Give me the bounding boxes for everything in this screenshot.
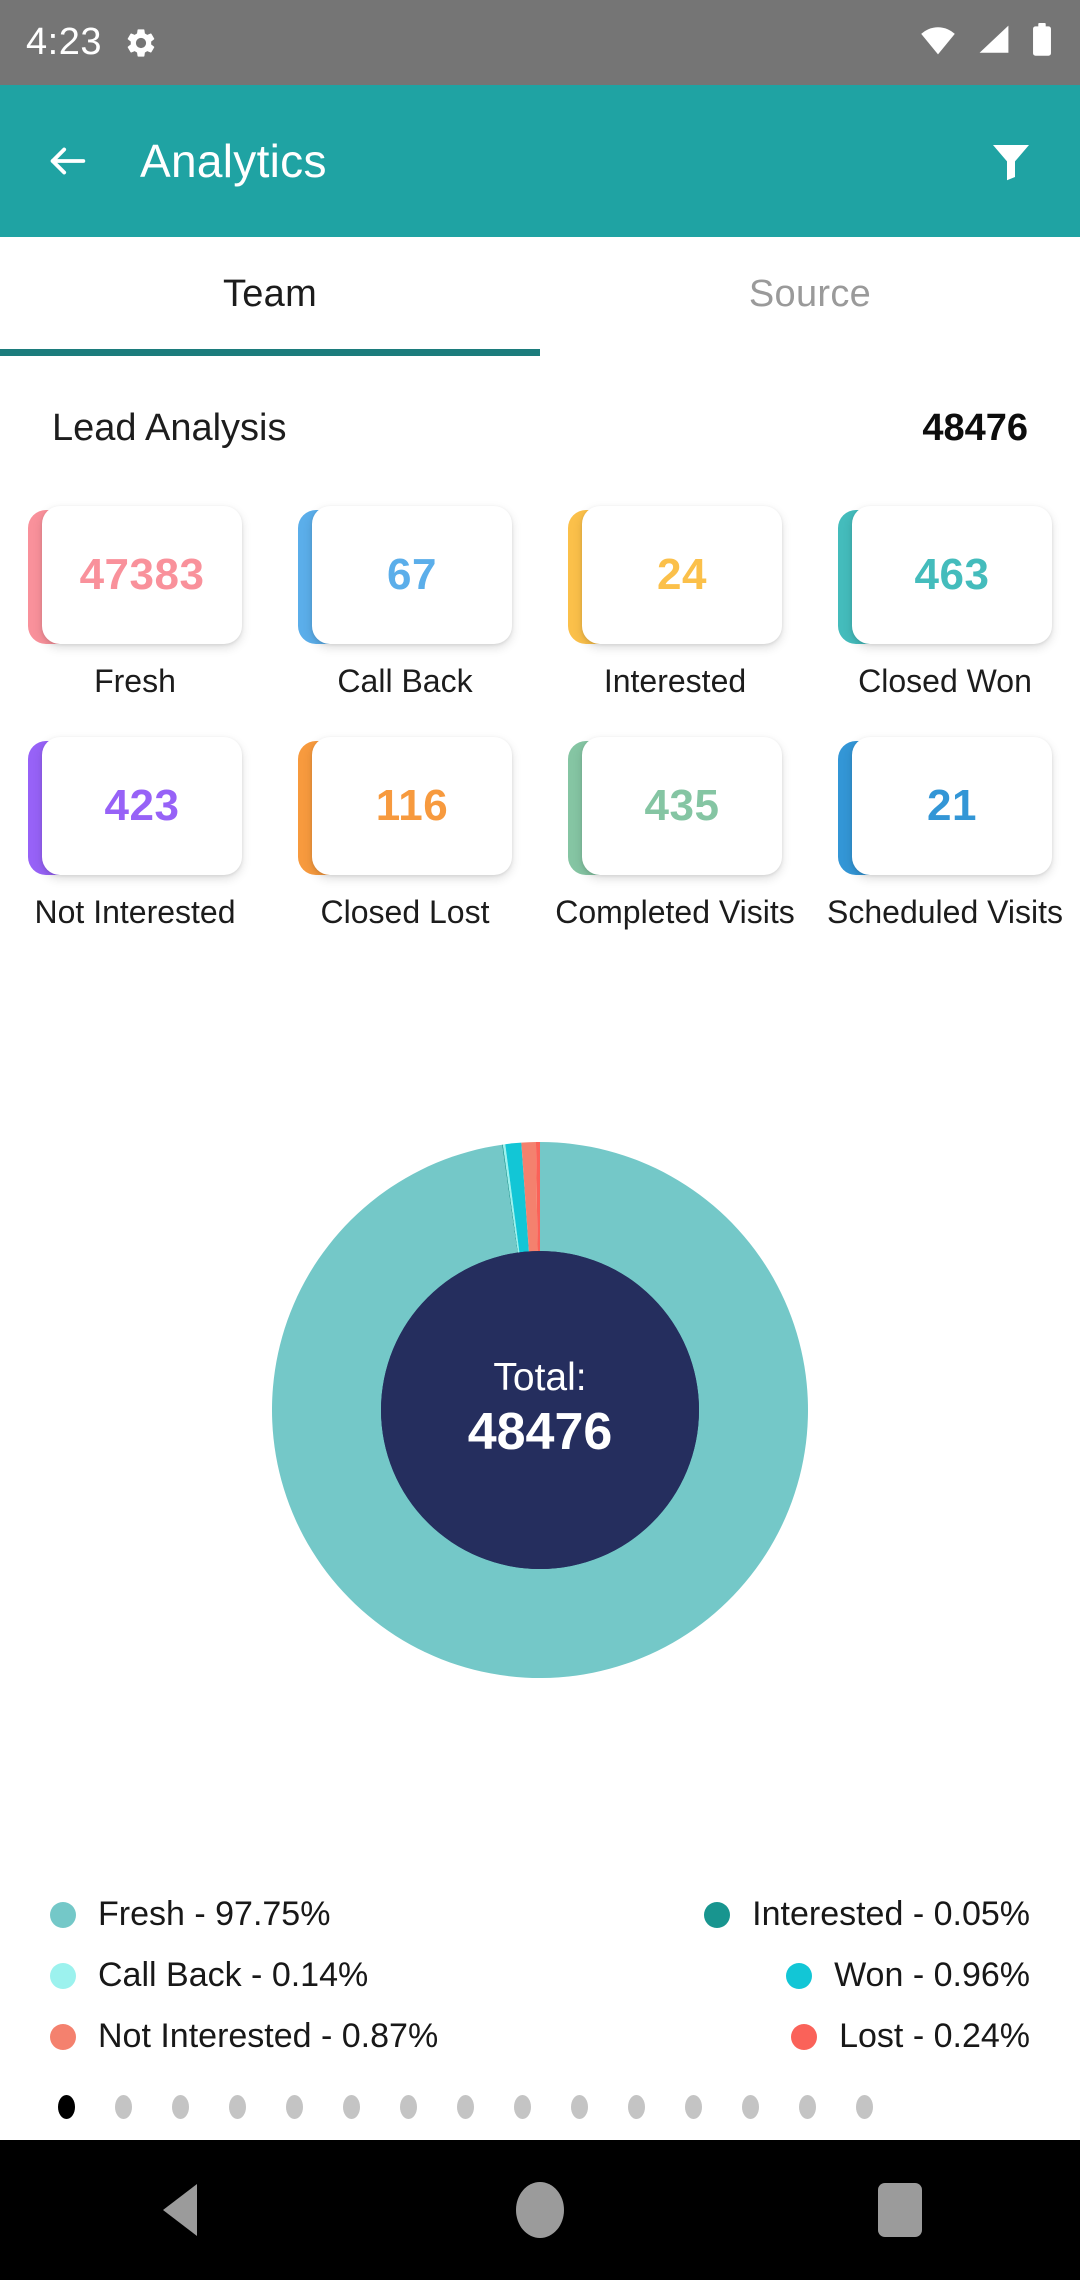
stat-card-grid: 47383 Fresh 67 Call Back 24 Interested 4…	[0, 498, 1080, 932]
lead-analysis-title: Lead Analysis	[52, 406, 287, 449]
legend-column-right: Interested - 0.05% Won - 0.96% Lost - 0.…	[540, 1895, 1030, 2056]
status-bar-clock: 4:23	[26, 21, 102, 63]
legend-label: Fresh - 97.75%	[98, 1895, 331, 1933]
status-bar: 4:23	[0, 0, 1080, 85]
page-dot[interactable]	[628, 2095, 645, 2119]
page-dot[interactable]	[742, 2095, 759, 2119]
nav-recents-square-icon[interactable]	[840, 2165, 960, 2255]
chart-legend: Fresh - 97.75% Call Back - 0.14% Not Int…	[0, 1895, 1080, 2056]
legend-item: Not Interested - 0.87%	[50, 2017, 540, 2056]
page-dot[interactable]	[400, 2095, 417, 2119]
stat-card-value: 24	[657, 550, 707, 599]
page-dot[interactable]	[229, 2095, 246, 2119]
stat-card-label: Closed Lost	[320, 894, 490, 931]
legend-item: Lost - 0.24%	[791, 2017, 1030, 2056]
donut-chart[interactable]: Total: 48476	[270, 1130, 810, 1690]
battery-icon	[1030, 23, 1054, 62]
nav-back-triangle-icon[interactable]	[120, 2165, 240, 2255]
legend-label: Won - 0.96%	[834, 1956, 1030, 1994]
lead-analysis-chart: Total: 48476	[0, 1130, 1080, 1770]
nav-home-circle-icon[interactable]	[480, 2165, 600, 2255]
legend-item: Fresh - 97.75%	[50, 1895, 540, 1934]
legend-column-left: Fresh - 97.75% Call Back - 0.14% Not Int…	[50, 1895, 540, 2056]
page-dot[interactable]	[799, 2095, 816, 2119]
donut-chart-svg	[271, 1142, 808, 1678]
page-dot[interactable]	[115, 2095, 132, 2119]
filter-funnel-icon[interactable]	[986, 136, 1036, 186]
legend-label: Call Back - 0.14%	[98, 1956, 369, 1994]
stat-card[interactable]: 423 Not Interested	[0, 729, 270, 932]
tab-source[interactable]: Source	[540, 237, 1080, 352]
stat-card-label: Call Back	[337, 663, 473, 699]
stat-card-label: Fresh	[94, 663, 176, 699]
page-dot[interactable]	[571, 2095, 588, 2119]
stat-card-value: 21	[927, 781, 977, 831]
stat-card-value: 116	[375, 781, 449, 831]
page-indicator-dots[interactable]	[0, 2085, 1080, 2129]
stat-card-label: Interested	[603, 663, 747, 699]
lead-analysis-total: 48476	[922, 406, 1028, 449]
arrow-left-icon[interactable]	[44, 137, 92, 185]
tab-team[interactable]: Team	[0, 237, 540, 352]
tab-bar: Team Source	[0, 237, 1080, 352]
phone-screen: 4:23 Analytics Team Source Lead Analysis…	[0, 0, 1080, 2280]
legend-label: Lost - 0.24%	[839, 2017, 1030, 2055]
tab-active-indicator	[0, 349, 540, 356]
gear-icon	[124, 26, 158, 60]
wifi-icon	[918, 24, 958, 61]
stat-card-row: 47383 Fresh 67 Call Back 24 Interested 4…	[0, 498, 1080, 701]
page-dot[interactable]	[685, 2095, 702, 2119]
stat-card[interactable]: 21 Scheduled Visits	[810, 729, 1080, 932]
legend-color-dot	[791, 2023, 818, 2050]
page-dot[interactable]	[856, 2095, 873, 2119]
donut-hole	[381, 1251, 699, 1569]
legend-color-dot	[704, 1901, 731, 1928]
cellular-signal-icon	[976, 24, 1012, 61]
stat-card[interactable]: 116 Closed Lost	[270, 729, 540, 932]
lead-analysis-header: Lead Analysis 48476	[0, 388, 1080, 468]
stat-card[interactable]: 463 Closed Won	[810, 498, 1080, 701]
legend-color-dot	[50, 1901, 76, 1928]
app-bar: Analytics	[0, 85, 1080, 237]
page-dot[interactable]	[457, 2095, 474, 2119]
stat-card-value: 47383	[79, 550, 205, 599]
stat-card-value: 423	[104, 781, 180, 831]
legend-item: Won - 0.96%	[786, 1956, 1030, 1995]
stat-card-label: Completed Visits	[555, 894, 795, 931]
legend-label: Not Interested - 0.87%	[98, 2017, 439, 2055]
status-bar-icons	[918, 23, 1054, 62]
stat-card-label: Scheduled Visits	[827, 894, 1063, 931]
page-dot[interactable]	[514, 2095, 531, 2119]
legend-color-dot	[50, 1962, 76, 1989]
stat-card-value: 67	[387, 550, 437, 599]
legend-color-dot	[50, 2023, 76, 2050]
page-dot[interactable]	[58, 2095, 75, 2119]
legend-item: Call Back - 0.14%	[50, 1956, 540, 1995]
legend-label: Interested - 0.05%	[752, 1895, 1030, 1933]
stat-card[interactable]: 67 Call Back	[270, 498, 540, 701]
page-dot[interactable]	[343, 2095, 360, 2119]
stat-card-value: 435	[644, 781, 720, 831]
page-dot[interactable]	[286, 2095, 303, 2119]
stat-card-value: 463	[914, 550, 990, 599]
legend-color-dot	[786, 1962, 813, 1989]
page-title: Analytics	[140, 135, 327, 187]
stat-card-label: Closed Won	[858, 663, 1032, 699]
stat-card-label: Not Interested	[34, 894, 236, 931]
stat-card[interactable]: 435 Completed Visits	[540, 729, 810, 932]
stat-card-row: 423 Not Interested 116 Closed Lost 435 C…	[0, 729, 1080, 932]
stat-card[interactable]: 24 Interested	[540, 498, 810, 701]
android-nav-bar	[0, 2140, 1080, 2280]
legend-item: Interested - 0.05%	[704, 1895, 1030, 1934]
page-dot[interactable]	[172, 2095, 189, 2119]
stat-card[interactable]: 47383 Fresh	[0, 498, 270, 701]
